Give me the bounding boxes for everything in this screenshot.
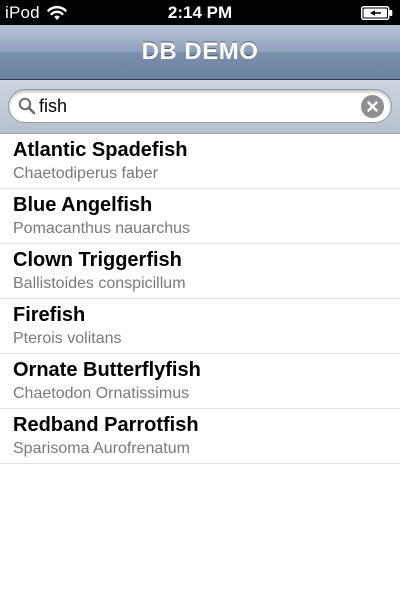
item-scientific-name: Chaetodiperus faber bbox=[13, 165, 158, 182]
list-item[interactable]: Firefish Pterois volitans bbox=[0, 299, 400, 354]
battery-icon bbox=[361, 6, 393, 20]
status-left: iPod bbox=[5, 2, 68, 23]
wifi-icon bbox=[47, 5, 67, 20]
search-icon bbox=[18, 97, 36, 115]
clear-icon bbox=[367, 101, 378, 112]
item-scientific-name: Chaetodon Ornatissimus bbox=[13, 385, 190, 402]
page-title: DB DEMO bbox=[141, 38, 259, 65]
item-scientific-name: Sparisoma Aurofrenatum bbox=[13, 440, 190, 457]
app-screen: iPod 2:14 PM DB DEMO fish Atlantic Spade… bbox=[0, 0, 400, 600]
item-scientific-name: Pterois volitans bbox=[13, 330, 122, 347]
search-bar bbox=[0, 80, 400, 134]
search-field[interactable] bbox=[8, 89, 392, 123]
item-common-name: Atlantic Spadefish bbox=[13, 139, 188, 161]
status-bar: iPod 2:14 PM bbox=[0, 0, 400, 25]
navigation-bar: DB DEMO bbox=[0, 25, 400, 80]
list-item[interactable]: Ornate Butterflyfish Chaetodon Ornatissi… bbox=[0, 354, 400, 409]
list-item[interactable]: Atlantic Spadefish Chaetodiperus faber bbox=[0, 134, 400, 189]
item-common-name: Clown Triggerfish bbox=[13, 249, 182, 271]
search-input[interactable] bbox=[39, 93, 349, 119]
list-item[interactable]: Redband Parrotfish Sparisoma Aurofrenatu… bbox=[0, 409, 400, 464]
item-common-name: Blue Angelfish bbox=[13, 194, 153, 216]
item-common-name: Redband Parrotfish bbox=[13, 414, 199, 436]
list-item[interactable]: Blue Angelfish Pomacanthus nauarchus bbox=[0, 189, 400, 244]
item-scientific-name: Ballistoides conspicillum bbox=[13, 275, 186, 292]
result-list: Atlantic Spadefish Chaetodiperus faber B… bbox=[0, 134, 400, 464]
item-common-name: Firefish bbox=[13, 304, 86, 326]
carrier-label: iPod bbox=[5, 2, 40, 22]
item-common-name: Ornate Butterflyfish bbox=[13, 359, 201, 381]
list-item[interactable]: Clown Triggerfish Ballistoides conspicil… bbox=[0, 244, 400, 299]
clear-search-button[interactable] bbox=[361, 95, 384, 118]
item-scientific-name: Pomacanthus nauarchus bbox=[13, 220, 190, 237]
